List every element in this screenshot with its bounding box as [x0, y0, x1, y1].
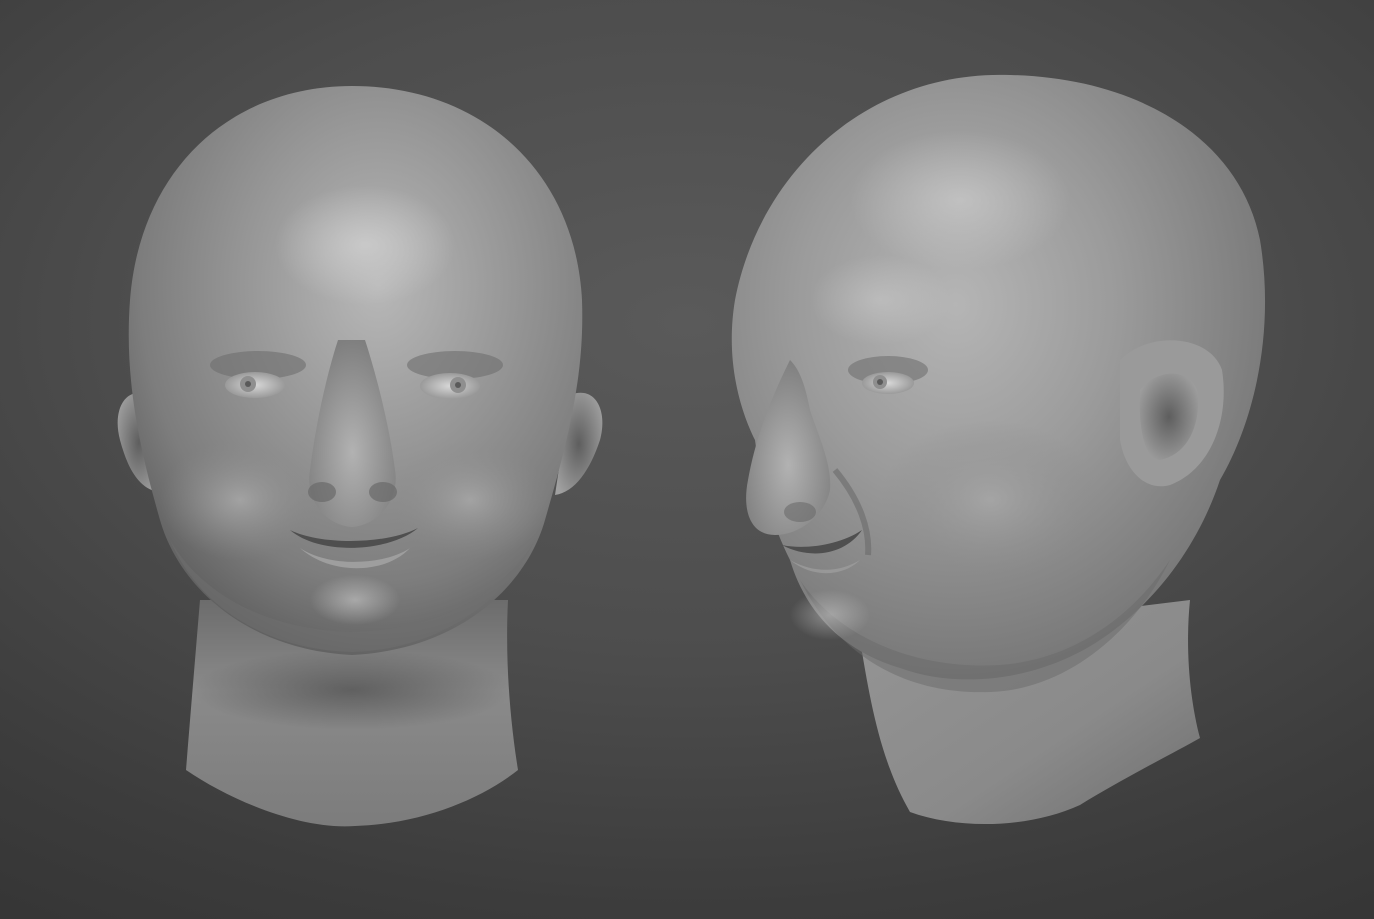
render-viewport: [0, 0, 1374, 919]
side-eye: [862, 372, 914, 394]
front-right-eye: [420, 373, 480, 399]
side-head-model: [731, 74, 1266, 825]
sculpt-render: [117, 74, 1266, 827]
front-head-model: [117, 86, 603, 827]
